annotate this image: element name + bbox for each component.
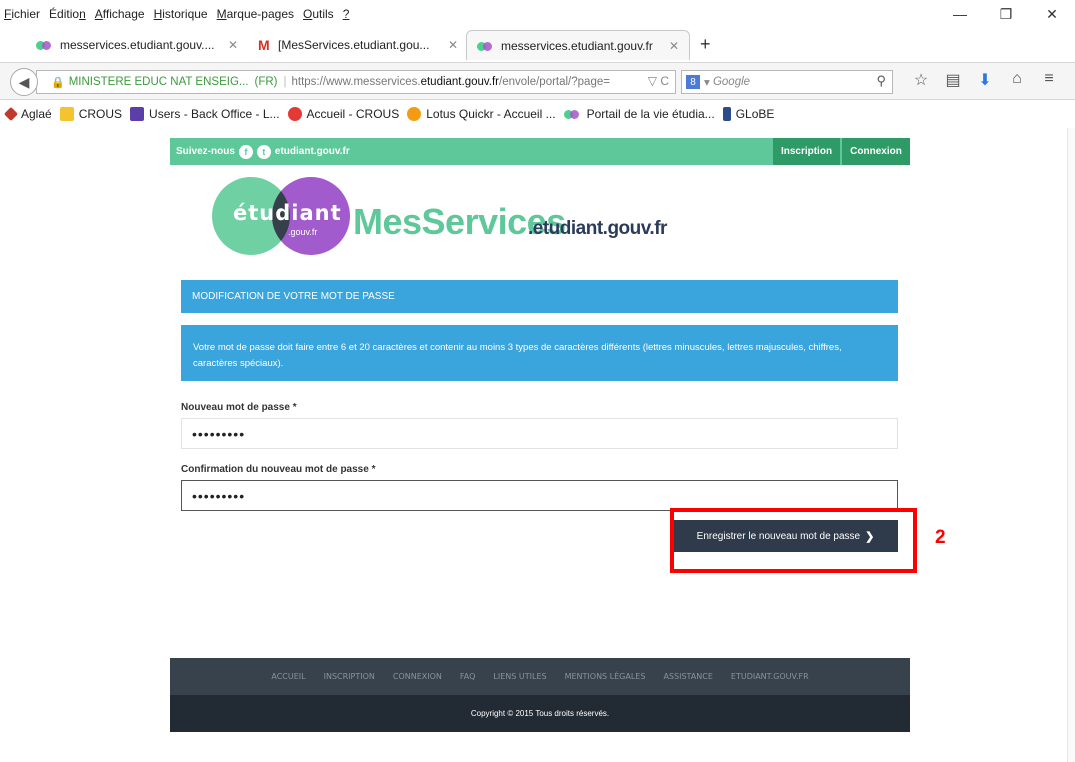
footer-links: ACCUEIL INSCRIPTION CONNEXION FAQ LIENS … (170, 658, 910, 695)
footer-link-inscription[interactable]: INSCRIPTION (324, 672, 375, 681)
footer-link-mentions-legales[interactable]: MENTIONS LÉGALES (565, 672, 646, 681)
tab-close-icon[interactable]: ✕ (228, 38, 238, 52)
bookmark-accueil-crous[interactable]: Accueil - CROUS (287, 107, 399, 121)
url-path: /envole/portal/?page= (499, 76, 610, 88)
etudiant-gouv-link[interactable]: etudiant.gouv.fr (275, 146, 350, 157)
menu-marque-pages[interactable]: Marque-pages (217, 7, 294, 21)
highlight-box (670, 508, 917, 573)
crous-icon (59, 107, 74, 121)
scrollbar[interactable] (1067, 128, 1075, 762)
tab-bar: messervices.etudiant.gouv.... ✕ M [MesSe… (0, 30, 1075, 60)
menu-historique[interactable]: Historique (154, 7, 208, 21)
gmail-icon: M (258, 37, 270, 53)
reading-list-icon[interactable]: ▤ (937, 70, 969, 90)
follow-us-label: Suivez-nous (176, 146, 235, 157)
back-button[interactable]: ◀ (10, 68, 38, 96)
menu-edition[interactable]: Édition (49, 7, 86, 21)
divider: | (283, 76, 287, 88)
connexion-button[interactable]: Connexion (842, 138, 910, 165)
footer-link-accueil[interactable]: ACCUEIL (271, 672, 305, 681)
lotus-icon (407, 107, 422, 121)
search-input[interactable]: 8 ▾ Google ⚲ (681, 70, 893, 94)
site-country: (FR) (254, 76, 278, 88)
tab-close-icon[interactable]: ✕ (448, 38, 458, 52)
site-identity[interactable]: MINISTERE EDUC NAT ENSEIG... (69, 76, 249, 88)
tab-3-active[interactable]: messervices.etudiant.gouv.fr ✕ (466, 30, 690, 60)
new-password-label: Nouveau mot de passe * (181, 402, 297, 413)
bookmark-star-icon[interactable]: ☆ (905, 70, 937, 90)
bookmark-users-back-office[interactable]: Users - Back Office - L... (130, 107, 280, 121)
bookmark-crous[interactable]: CROUS (59, 107, 122, 121)
search-placeholder: Google (712, 76, 751, 88)
footer-link-etudiant-gouv[interactable]: ETUDIANT.GOUV.FR (731, 672, 809, 681)
reload-icon[interactable]: ▽ C (648, 74, 669, 88)
site-favicon-icon (36, 40, 54, 50)
tab-2[interactable]: M [MesServices.etudiant.gou... ✕ (248, 30, 468, 60)
feather-icon (3, 106, 19, 122)
search-icon[interactable]: ⚲ (876, 73, 886, 89)
confirm-password-label: Confirmation du nouveau mot de passe * (181, 464, 376, 475)
site-favicon-icon (477, 41, 495, 51)
page-container: Suivez-nous f t etudiant.gouv.fr Inscrip… (170, 138, 910, 732)
restore-button[interactable]: ❐ (983, 0, 1029, 28)
footer-copyright: Copyright © 2015 Tous droits réservés. (170, 695, 910, 732)
tab-1[interactable]: messervices.etudiant.gouv.... ✕ (26, 30, 248, 60)
tab-title: messervices.etudiant.gouv.... (60, 38, 215, 52)
toolbar-icons: ☆ ▤ ⬇ ⌂ ≡ (905, 70, 1065, 90)
brand-domain: .etudiant.gouv.fr (528, 218, 667, 239)
logo-word: étudiant (233, 201, 342, 225)
footer-link-faq[interactable]: FAQ (460, 672, 476, 681)
back-office-icon (130, 107, 145, 121)
globe-icon (722, 107, 731, 121)
bookmarks-bar: Aglaé CROUS Users - Back Office - L... A… (0, 101, 1075, 127)
minimize-button[interactable]: — (937, 0, 983, 28)
logo-header: étudiant .gouv.fr MesServices .etudiant.… (170, 165, 910, 275)
step-number: 2 (935, 527, 946, 548)
bookmark-lotus-quickr[interactable]: Lotus Quickr - Accueil ... (407, 107, 556, 121)
tab-title: messervices.etudiant.gouv.fr (501, 38, 653, 53)
form-heading: MODIFICATION DE VOTRE MOT DE PASSE (181, 280, 898, 313)
password-form: MODIFICATION DE VOTRE MOT DE PASSE Votre… (170, 275, 910, 662)
window-controls: — ❐ ✕ (937, 0, 1075, 28)
logo-subtext: .gouv.fr (288, 227, 318, 237)
footer-link-connexion[interactable]: CONNEXION (393, 672, 442, 681)
footer-link-assistance[interactable]: ASSISTANCE (663, 672, 712, 681)
menu-icon[interactable]: ≡ (1033, 70, 1065, 90)
url-host: etudiant.gouv.fr (420, 76, 500, 88)
bookmark-aglae[interactable]: Aglaé (3, 106, 52, 122)
menu-bar: Fichier Édition Affichage Historique Mar… (0, 0, 1075, 28)
top-strip: Suivez-nous f t etudiant.gouv.fr Inscrip… (170, 138, 910, 165)
menu-aide[interactable]: ? (343, 7, 350, 21)
menu-fichier[interactable]: Fichier (4, 7, 40, 21)
facebook-icon[interactable]: f (238, 144, 253, 159)
back-arrow-icon: ◀ (18, 73, 30, 90)
search-dropdown-icon[interactable]: ▾ (704, 75, 713, 89)
tab-title: [MesServices.etudiant.gou... (278, 38, 430, 52)
bookmark-globe[interactable]: GLoBE (722, 107, 774, 121)
password-rules-info: Votre mot de passe doit faire entre 6 et… (181, 325, 898, 381)
url-prefix: https://www.messervices. (291, 76, 421, 88)
confirm-password-field[interactable]: ••••••••• (181, 480, 898, 511)
tab-close-icon[interactable]: ✕ (669, 39, 679, 53)
footer-link-liens-utiles[interactable]: LIENS UTILES (493, 672, 546, 681)
home-icon[interactable]: ⌂ (1001, 70, 1033, 90)
download-icon[interactable]: ⬇ (969, 70, 1001, 90)
twitter-icon[interactable]: t (256, 144, 271, 159)
site-favicon-icon (563, 109, 582, 119)
lock-icon: 🔒 (51, 76, 65, 89)
crous-circle-icon (287, 107, 302, 121)
new-password-field[interactable]: ••••••••• (181, 418, 898, 449)
bookmark-portail-vie-etudiante[interactable]: Portail de la vie étudia... (563, 107, 715, 121)
google-icon[interactable]: 8 (686, 75, 700, 89)
menu-outils[interactable]: Outils (303, 7, 334, 21)
new-tab-button[interactable]: + (700, 34, 711, 55)
navigation-bar: 🔒 MINISTERE EDUC NAT ENSEIG... (FR) | ht… (0, 62, 1075, 100)
close-button[interactable]: ✕ (1029, 0, 1075, 28)
url-bar[interactable]: 🔒 MINISTERE EDUC NAT ENSEIG... (FR) | ht… (36, 70, 676, 94)
menu-affichage[interactable]: Affichage (95, 7, 145, 21)
inscription-button[interactable]: Inscription (773, 138, 840, 165)
